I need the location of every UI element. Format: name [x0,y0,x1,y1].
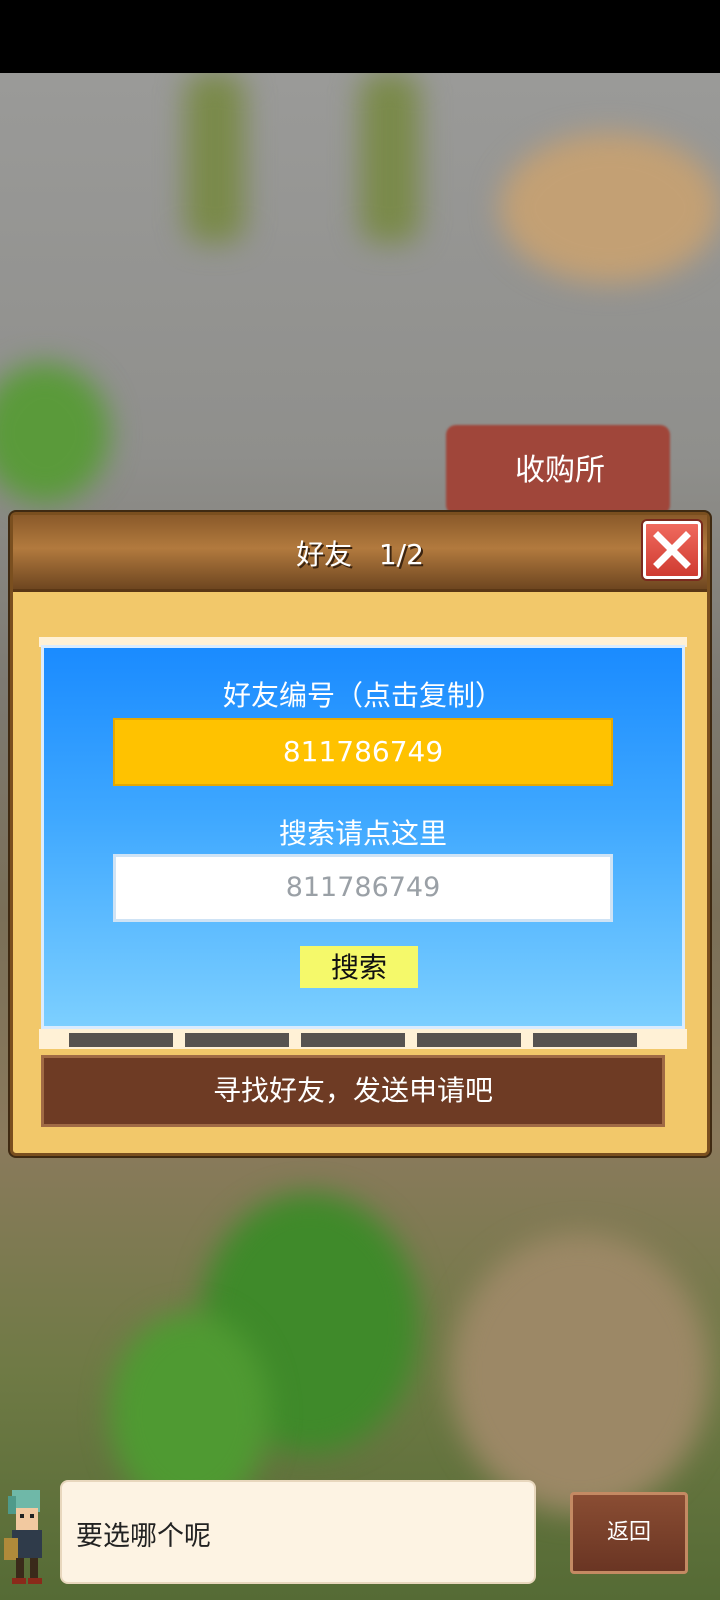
background-bush [0,363,110,503]
search-hint: 搜索请点这里 [278,817,447,850]
tab-segment [185,1033,289,1047]
close-button[interactable] [643,521,701,579]
background-tree [185,73,245,243]
dialog-title-text: 好友 [296,538,353,571]
status-bar [0,0,720,73]
dialog-title: 好友 1/2 [13,533,707,573]
search-input[interactable]: 811786749 [113,854,613,922]
tab-strip-bottom [39,1029,687,1049]
friend-id-panel: 好友编号（点击复制） 811786749 搜索请点这里 811786749 搜索 [41,645,685,1029]
tab-segment [417,1033,521,1047]
tab-segment [533,1033,637,1047]
background-roof [500,133,720,283]
background-path [450,1233,710,1513]
character-sprite-icon [4,1490,42,1584]
friends-dialog: 好友 1/2 好友编号（点击复制） 811786749 搜索请点这里 81178… [10,512,710,1156]
page-indicator: 1/2 [378,538,424,571]
tab-segment [301,1033,405,1047]
dialog-header: 好友 1/2 [13,515,707,592]
friend-id-label: 好友编号（点击复制） [222,679,503,712]
back-button[interactable]: 返回 [570,1492,688,1574]
character-avatar [0,1482,56,1592]
tab-segment [69,1033,173,1047]
find-friends-button[interactable]: 寻找好友，发送申请吧 [41,1055,665,1127]
speech-bubble: 要选哪个呢 [60,1480,536,1584]
search-button[interactable]: 搜索 [300,946,418,988]
shop-sign-label: 收购所 [515,453,605,488]
background-tree [360,73,420,243]
friend-id-copy-box[interactable]: 811786749 [113,718,613,786]
close-icon [653,531,691,569]
speech-text: 要选哪个呢 [76,1521,211,1552]
